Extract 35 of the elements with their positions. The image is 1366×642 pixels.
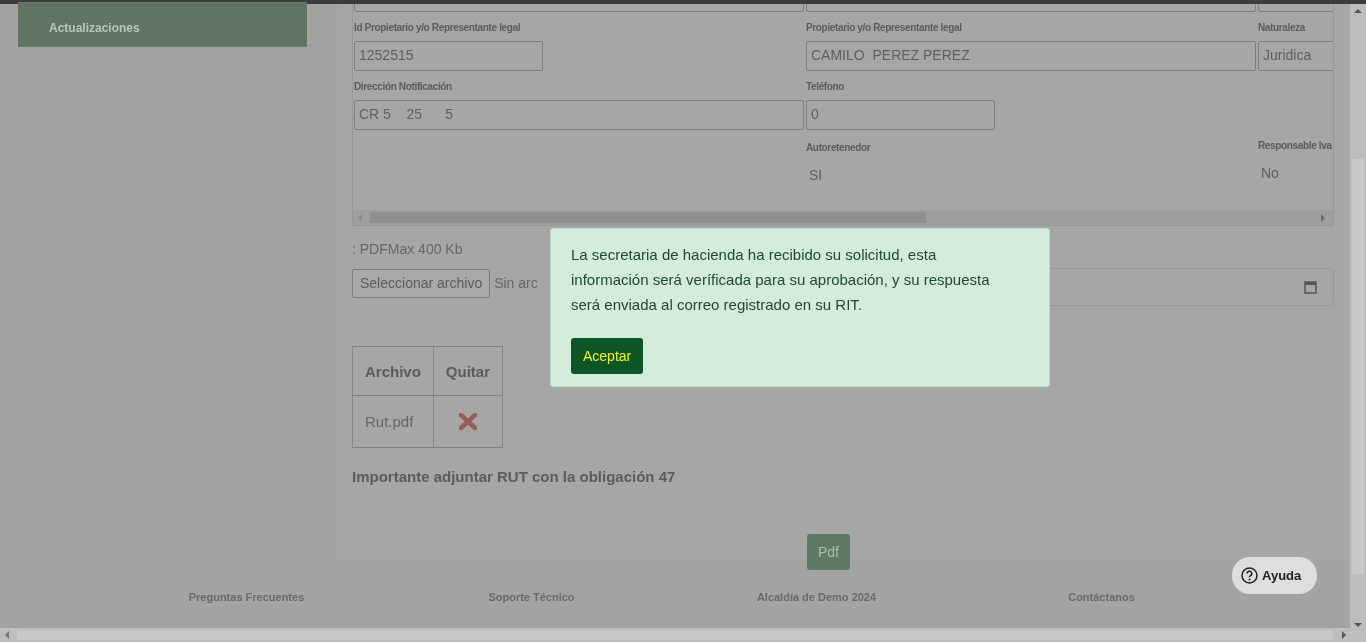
field-label: Autoretenedor <box>806 142 871 153</box>
field-value: SI <box>808 166 824 185</box>
footer-link[interactable]: Contáctanos <box>1068 591 1135 603</box>
scrollbar[interactable] <box>353 210 1333 225</box>
input-field[interactable]: 0 <box>806 100 995 130</box>
field-label: Id Propietario y/o Representante legal <box>354 22 521 33</box>
pdf-button[interactable]: Pdf <box>807 534 850 570</box>
input-field[interactable]: CR 5 25 5 <box>354 100 804 130</box>
sidebar-item[interactable]: Actualizaciones <box>18 2 307 47</box>
footer-link[interactable]: Soporte Técnico <box>488 591 575 603</box>
column-header: Quitar <box>433 346 503 396</box>
help-button[interactable]: Ayuda <box>1232 557 1318 594</box>
help-icon <box>1241 567 1258 584</box>
footer-link[interactable]: Alcaldía de Demo 2024 <box>756 591 877 603</box>
dialog-message: La secretaria de hacienda ha recibido su solicitud, esta información será veríficada para su aprobación, y su respuesta será enviada al correo registrado en su RIT. <box>571 245 991 315</box>
input-field[interactable]: CAMILO PEREZ PEREZ <box>806 41 1256 71</box>
field-label: Naturaleza <box>1258 22 1306 33</box>
choose-file-button[interactable]: Seleccionar archivo <box>352 268 491 298</box>
table-cell: Rut.pdf <box>352 395 434 448</box>
input-field[interactable] <box>806 4 1256 12</box>
field-label: Responsable Iva <box>1258 140 1332 151</box>
remove-icon[interactable] <box>458 413 477 430</box>
calendar-icon[interactable] <box>1304 280 1317 294</box>
field-value: No <box>1260 164 1280 183</box>
field-label: Propietario y/o Representante legal <box>806 22 962 33</box>
footer-link[interactable]: Preguntas Frecuentes <box>188 591 305 603</box>
accept-button[interactable]: Aceptar <box>571 338 644 374</box>
notice-text: Importante adjuntar RUT con la obligación 47 <box>352 468 676 485</box>
input-field[interactable] <box>354 4 804 12</box>
field-label: Teléfono <box>806 81 845 92</box>
input-field[interactable]: 1252515 <box>354 41 543 71</box>
file-size-hint: : PDFMax 400 Kb <box>352 241 463 257</box>
column-header: Archivo <box>352 346 434 396</box>
field-label: Dirección Notificación <box>354 81 452 92</box>
file-status: Sin arc <box>494 275 538 291</box>
